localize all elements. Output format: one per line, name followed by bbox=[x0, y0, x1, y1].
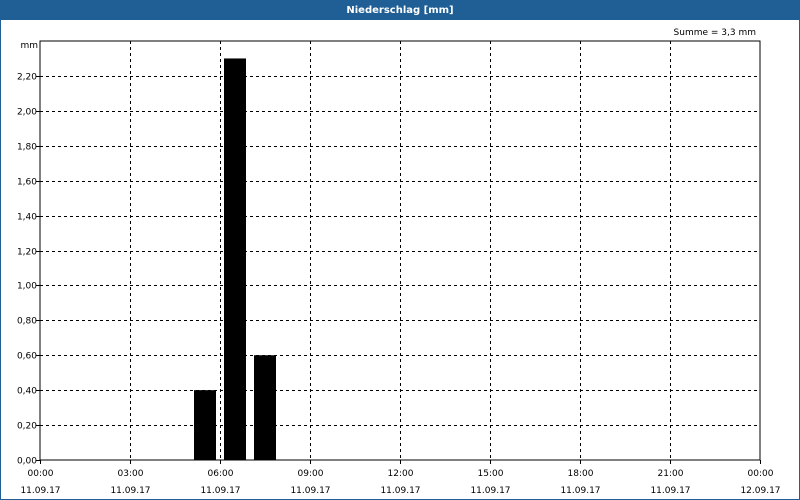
x-tick-date-label: 11.09.17 bbox=[560, 486, 600, 496]
x-tick-date-label: 11.09.17 bbox=[20, 486, 60, 496]
x-tick-date-label: 11.09.17 bbox=[470, 486, 510, 496]
precipitation-bar bbox=[254, 355, 276, 460]
x-axis: 00:00 11.09.17 03:00 11.09.17 06:00 11.09.17 0… bbox=[20, 460, 781, 496]
x-tick-time-label: 18:00 bbox=[568, 469, 594, 479]
x-tick-time-label: 21:00 bbox=[658, 469, 684, 479]
bar-series bbox=[194, 58, 276, 460]
x-tick-date-label: 11.09.17 bbox=[380, 486, 420, 496]
y-tick-label: 1,20 bbox=[17, 248, 37, 258]
x-tick-date-label: 12.09.17 bbox=[740, 486, 780, 496]
precipitation-chart: Summe = 3,3 mm mm 0,00 0,20 0,40 0,60 0,80 1,… bbox=[17, 28, 781, 496]
x-tick-time-label: 03:00 bbox=[118, 469, 144, 479]
y-axis: 0,00 0,20 0,40 0,60 0,80 1,00 1,20 1,40 1,60 1,80… bbox=[17, 73, 40, 467]
precipitation-bar bbox=[194, 390, 216, 460]
y-tick-label: 0,20 bbox=[17, 422, 37, 432]
x-tick-time-label: 00:00 bbox=[748, 469, 774, 479]
x-tick-date-label: 11.09.17 bbox=[290, 486, 330, 496]
y-tick-label: 1,80 bbox=[17, 143, 37, 153]
precipitation-bar bbox=[224, 58, 246, 460]
y-tick-label: 0,40 bbox=[17, 387, 37, 397]
x-tick-date-label: 11.09.17 bbox=[200, 486, 240, 496]
y-axis-unit-label: mm bbox=[20, 41, 38, 51]
y-tick-label: 1,00 bbox=[17, 282, 37, 292]
x-tick-time-label: 09:00 bbox=[298, 469, 324, 479]
x-tick-date-label: 11.09.17 bbox=[650, 486, 690, 496]
y-tick-label: 2,00 bbox=[17, 108, 37, 118]
x-tick-time-label: 06:00 bbox=[208, 469, 234, 479]
y-tick-label: 0,60 bbox=[17, 352, 37, 362]
grid-lines bbox=[40, 41, 760, 460]
y-tick-label: 1,40 bbox=[17, 213, 37, 223]
y-tick-label: 1,60 bbox=[17, 178, 37, 188]
y-tick-label: 2,20 bbox=[17, 73, 37, 83]
y-tick-label: 0,80 bbox=[17, 317, 37, 327]
x-tick-date-label: 11.09.17 bbox=[110, 486, 150, 496]
y-tick-label: 0,00 bbox=[17, 457, 37, 467]
x-tick-time-label: 12:00 bbox=[388, 469, 414, 479]
x-tick-time-label: 00:00 bbox=[28, 469, 54, 479]
summary-total: Summe = 3,3 mm bbox=[674, 28, 756, 38]
x-tick-time-label: 15:00 bbox=[478, 469, 504, 479]
